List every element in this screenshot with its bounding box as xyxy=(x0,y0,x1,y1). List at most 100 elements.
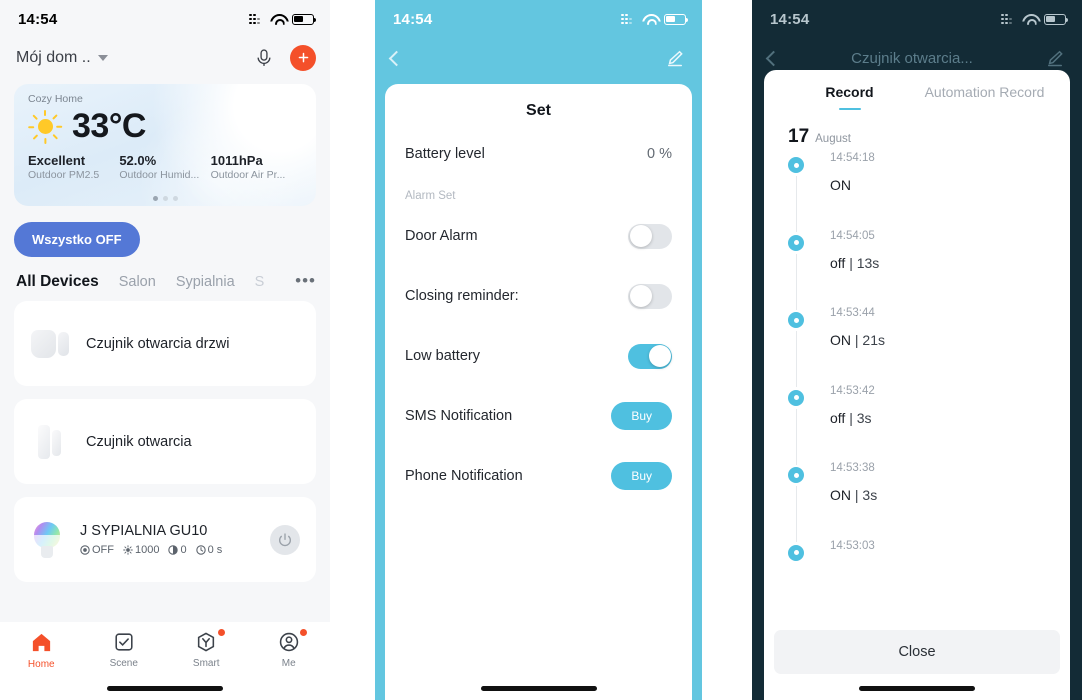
entry-state: ON xyxy=(830,487,851,503)
entry-time: 14:53:42 xyxy=(830,384,875,397)
timeline-node-icon xyxy=(788,234,804,251)
entry-state: off xyxy=(830,409,846,426)
all-off-button[interactable]: Wszystko OFF xyxy=(14,222,140,257)
home-selector[interactable]: Mój dom .. xyxy=(16,49,108,67)
carousel-dots[interactable] xyxy=(14,196,316,201)
microphone-icon[interactable] xyxy=(254,47,274,69)
tab-label: Home xyxy=(27,659,55,670)
brightness-icon xyxy=(123,545,133,555)
window-sensor-icon xyxy=(30,421,72,463)
tab-me[interactable]: Me xyxy=(248,629,331,669)
device-status-brightness: 1000 xyxy=(123,544,159,556)
closing-reminder-toggle[interactable] xyxy=(628,283,672,309)
smart-icon xyxy=(198,632,215,652)
device-name: Czujnik otwarcia xyxy=(86,433,192,450)
home-icon xyxy=(32,633,50,652)
timeline-entry: 14:53:03 xyxy=(788,540,1052,618)
battery-icon xyxy=(664,13,689,25)
tab-smart[interactable]: Smart xyxy=(165,629,248,669)
phone-notification-buy-button[interactable]: Buy xyxy=(611,462,672,490)
status-time: 14:54 xyxy=(18,10,58,28)
weather-home-name: Cozy Home xyxy=(28,93,83,105)
timeline-node-icon xyxy=(788,157,804,173)
row-phone-notification: Phone Notification Buy xyxy=(405,450,672,502)
wifi-icon xyxy=(270,14,285,25)
device-power-button[interactable] xyxy=(270,524,300,555)
wifi-icon xyxy=(642,14,657,25)
timeline-connector xyxy=(795,253,797,310)
row-sms-notification: SMS Notification Buy xyxy=(405,390,672,442)
row-label: Low battery xyxy=(405,348,480,364)
room-tabs-more-button[interactable]: ••• xyxy=(295,271,316,291)
weather-stat-value: Excellent xyxy=(28,153,86,168)
status-bar: 14:54 xyxy=(752,0,1082,38)
record-date-header: 17 August xyxy=(782,114,1052,152)
device-card[interactable]: Czujnik otwarcia xyxy=(14,399,316,484)
chevron-left-icon[interactable] xyxy=(388,50,405,66)
timeline-node-icon xyxy=(788,312,804,328)
device-card[interactable]: Czujnik otwarcia drzwi xyxy=(14,301,316,386)
add-device-button[interactable] xyxy=(290,45,316,71)
status-icons xyxy=(621,13,689,25)
tab-label: Me xyxy=(281,658,296,669)
row-label: Phone Notification xyxy=(405,468,523,484)
device-status-line: OFF 1000 0 0 s xyxy=(80,544,222,556)
status-time: 14:54 xyxy=(770,10,810,28)
status-time: 14:54 xyxy=(393,10,433,28)
sms-notification-buy-button[interactable]: Buy xyxy=(611,402,672,430)
tab-label: Automation Record xyxy=(924,84,1045,100)
status-icons xyxy=(1001,13,1069,25)
row-label: SMS Notification xyxy=(405,408,513,424)
battery-level-value: 0 % xyxy=(647,146,672,162)
timeline-connector xyxy=(795,486,797,542)
weather-card[interactable]: Cozy Home 33°C Excellent Outdoor PM2.5 5… xyxy=(14,84,316,206)
device-card[interactable]: J SYPIALNIA GU10 OFF 1000 0 0 s xyxy=(14,497,316,582)
section-header-alarm-set: Alarm Set xyxy=(405,190,456,202)
phone-panel-set: 14:54 Set Battery level 0 % Alarm Set Do… xyxy=(375,0,702,700)
tab-home[interactable]: Home xyxy=(0,631,83,670)
entry-time: 14:54:18 xyxy=(830,152,875,164)
room-tab-all-devices[interactable]: All Devices xyxy=(16,273,99,291)
tab-scene[interactable]: Scene xyxy=(83,631,166,669)
entry-value: off | 3s xyxy=(830,410,1052,426)
close-button[interactable]: Close xyxy=(774,630,1060,674)
row-closing-reminder: Closing reminder: xyxy=(405,270,672,322)
tab-automation-record[interactable]: Automation Record xyxy=(917,84,1052,114)
entry-value: ON xyxy=(830,177,1052,193)
sun-icon xyxy=(28,109,63,144)
home-actions xyxy=(254,45,316,71)
temperature-icon xyxy=(168,545,179,555)
weather-temperature: 33°C xyxy=(72,107,146,145)
set-nav-bar xyxy=(375,38,702,78)
weather-stat: Excellent Outdoor PM2.5 xyxy=(28,153,119,181)
timeline-connector xyxy=(795,408,797,465)
room-tab-sypialnia[interactable]: Sypialnia xyxy=(176,274,235,290)
tab-label: Record xyxy=(825,84,874,100)
entry-time: 14:54:05 xyxy=(830,229,875,242)
room-tab-partial[interactable]: S xyxy=(255,274,265,290)
device-status-timer: 0 s xyxy=(195,544,222,556)
entry-state: ON xyxy=(830,177,851,193)
low-battery-toggle[interactable] xyxy=(628,343,672,369)
power-icon xyxy=(279,532,291,546)
battery-icon xyxy=(1044,13,1069,25)
weather-main: 33°C xyxy=(28,107,302,146)
row-label: Battery level xyxy=(405,146,485,162)
entry-duration: | 13s xyxy=(849,254,880,271)
record-day: 17 xyxy=(788,126,810,147)
entry-duration: | 21s xyxy=(854,332,885,348)
room-tab-salon[interactable]: Salon xyxy=(119,274,156,290)
weather-stat-label: Outdoor Humid... xyxy=(119,169,200,181)
door-alarm-toggle[interactable] xyxy=(628,223,672,249)
weather-stat: 1011hPa Outdoor Air Pr... xyxy=(211,153,302,181)
record-tabs: Record Automation Record xyxy=(782,70,1052,114)
timeline-connector xyxy=(795,176,797,232)
pencil-icon[interactable] xyxy=(665,48,685,68)
device-status-mode: OFF xyxy=(80,544,114,556)
door-sensor-icon xyxy=(30,323,72,365)
pencil-icon[interactable] xyxy=(1045,48,1065,68)
tab-record[interactable]: Record xyxy=(782,84,917,114)
row-low-battery: Low battery xyxy=(405,330,672,382)
weather-stat-label: Outdoor PM2.5 xyxy=(28,169,100,181)
record-month: August xyxy=(815,133,851,145)
